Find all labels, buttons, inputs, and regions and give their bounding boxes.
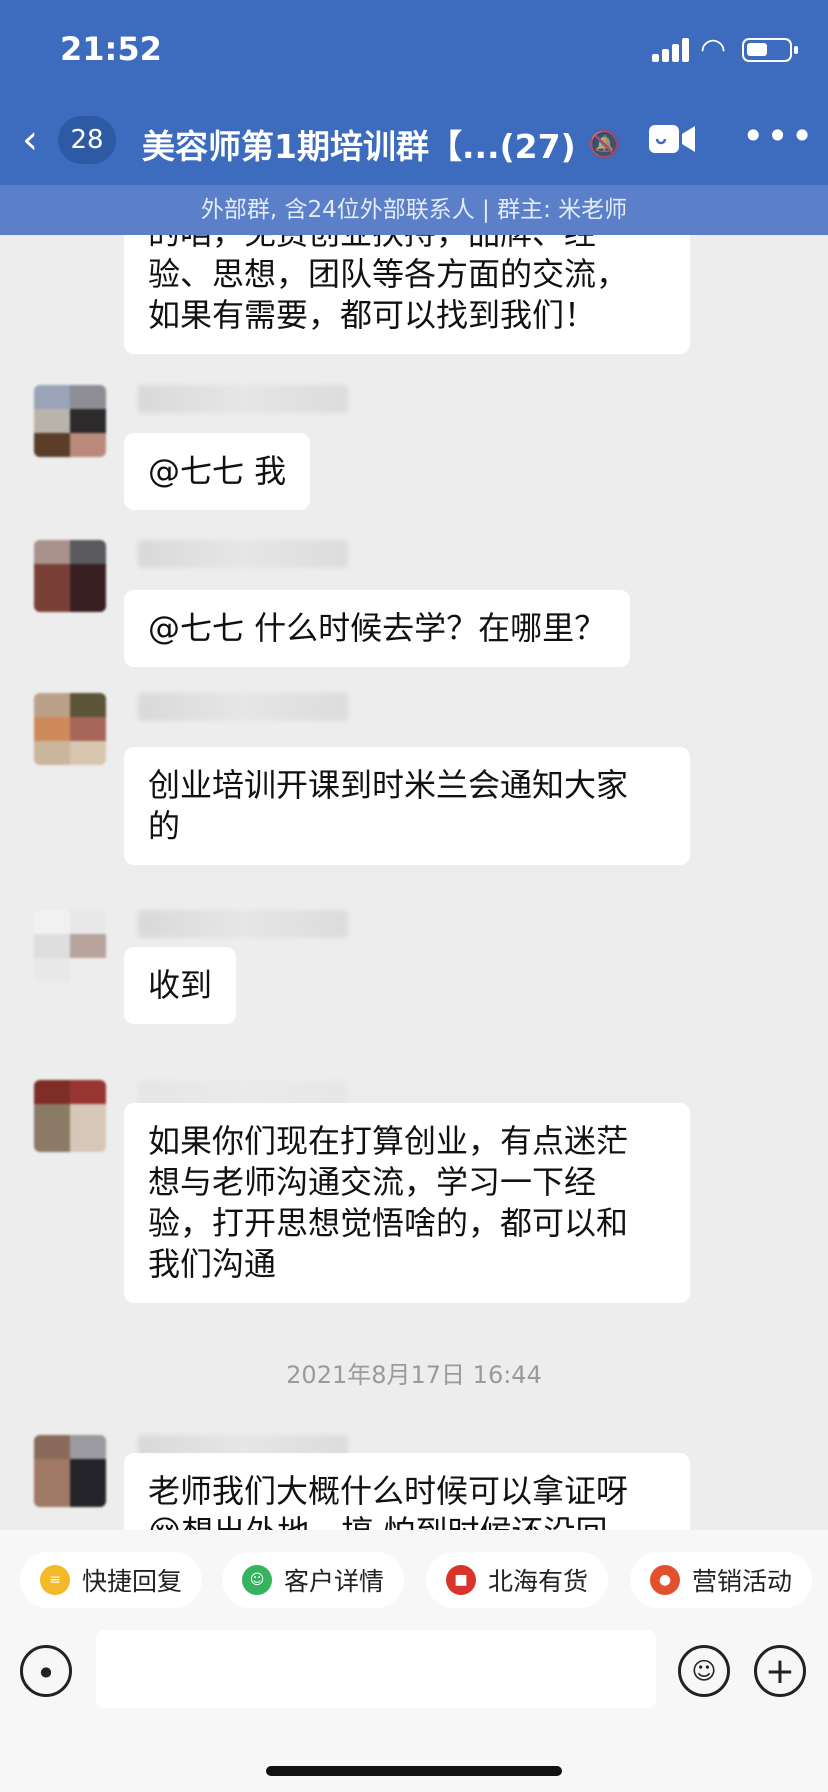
avatar[interactable] — [34, 693, 106, 765]
message-bubble[interactable]: 如果你们现在打算创业，有点迷茫 想与老师沟通交流，学习一下经 验，打开思想觉悟啥… — [124, 1103, 690, 1303]
battery-icon — [742, 38, 798, 62]
message-bubble[interactable]: 老师我们大概什么时候可以拿证呀 😔想出外地，搞 怕到时候还没回 — [124, 1453, 690, 1530]
sender-name — [138, 540, 348, 568]
nav-bar: ‹ 28 美容师第1期培训群【...(27) 🔕 ••• — [0, 110, 828, 170]
avatar[interactable] — [34, 540, 106, 612]
message-bubble[interactable]: 的咱，免费创业扶持，品牌、经 验、思想，团队等各方面的交流， 如果有需要，都可以… — [124, 235, 690, 354]
message-bubble[interactable]: @七七 什么时候去学？在哪里？ — [124, 590, 631, 667]
emoji-icon[interactable]: ☺ — [678, 1645, 730, 1697]
input-bar: ⦁ ☺ + — [0, 1630, 828, 1792]
store-button[interactable]: ■ 北海有货 — [426, 1552, 609, 1608]
status-bar: 21:52 ◠ — [0, 0, 828, 95]
voice-input-icon[interactable]: ⦁ — [20, 1645, 72, 1697]
message-timestamp: 2021年8月17日 16:44 — [286, 1361, 542, 1389]
video-call-icon[interactable] — [648, 122, 696, 156]
store-icon: ■ — [446, 1565, 476, 1595]
chip-label: 北海有货 — [488, 1567, 589, 1596]
chat-message-list[interactable]: 的咱，免费创业扶持，品牌、经 验、思想，团队等各方面的交流， 如果有需要，都可以… — [0, 235, 828, 1530]
back-icon[interactable]: ‹ — [22, 118, 38, 162]
chip-label: 快捷回复 — [82, 1567, 183, 1596]
home-indicator — [266, 1766, 562, 1776]
mute-bell-icon: 🔕 — [588, 130, 621, 160]
avatar[interactable] — [34, 385, 106, 457]
avatar[interactable] — [34, 1435, 106, 1507]
more-options-icon[interactable]: ••• — [742, 114, 815, 158]
chip-label: 客户详情 — [284, 1567, 385, 1596]
message-bubble[interactable]: 创业培训开课到时米兰会通知大家 的 — [124, 747, 690, 865]
chat-header: 21:52 ◠ ‹ 28 美容师第1期培训群【...(27) 🔕 ••• — [0, 0, 828, 185]
quick-actions-bar: ≡ 快捷回复 ☺ 客户详情 ■ 北海有货 ● 营销活动 — [0, 1530, 828, 1630]
customer-details-button[interactable]: ☺ 客户详情 — [222, 1552, 405, 1608]
status-time: 21:52 — [60, 30, 162, 68]
sender-name — [138, 693, 348, 721]
sender-name — [138, 385, 348, 413]
chip-label: 营销活动 — [692, 1567, 793, 1596]
add-attachment-icon[interactable]: + — [754, 1645, 806, 1697]
avatar[interactable] — [34, 910, 106, 982]
quick-reply-icon: ≡ — [40, 1565, 70, 1595]
unread-badge[interactable]: 28 — [58, 116, 116, 164]
sender-name — [138, 910, 348, 938]
customer-icon: ☺ — [242, 1565, 272, 1595]
quick-reply-button[interactable]: ≡ 快捷回复 — [20, 1552, 203, 1608]
signal-icon — [652, 38, 692, 62]
message-bubble[interactable]: @七七 我 — [124, 433, 311, 510]
message-input[interactable] — [96, 1630, 656, 1708]
marketing-icon: ● — [650, 1565, 680, 1595]
group-info-banner[interactable]: 外部群, 含24位外部联系人 | 群主: 米老师 — [0, 185, 828, 235]
avatar[interactable] — [34, 1080, 106, 1152]
message-bubble[interactable]: 收到 — [124, 947, 237, 1024]
wifi-icon: ◠ — [700, 32, 727, 67]
chat-title[interactable]: 美容师第1期培训群【...(27) — [142, 120, 576, 168]
marketing-button[interactable]: ● 营销活动 — [630, 1552, 813, 1608]
